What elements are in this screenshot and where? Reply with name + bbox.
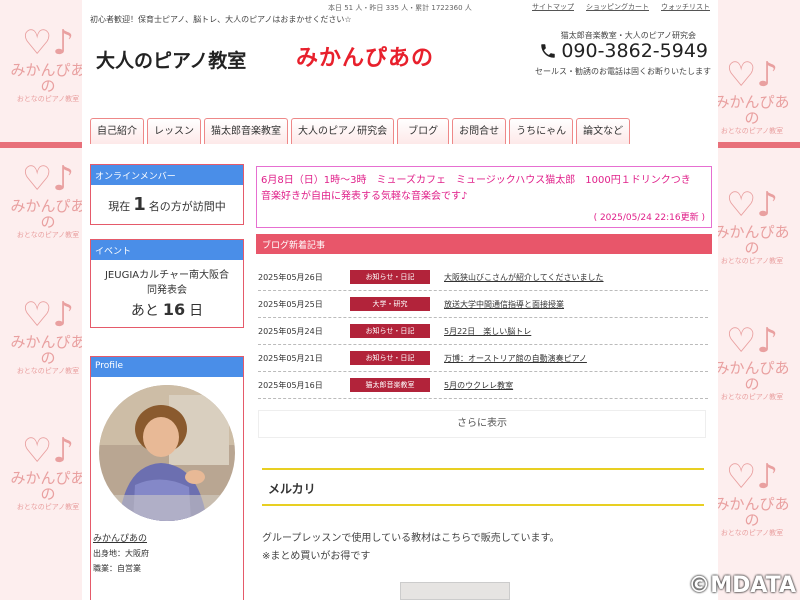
blog-category[interactable]: お知らせ・日記 — [350, 270, 430, 284]
blog-title-link[interactable]: 5月のウクレレ教室 — [444, 380, 513, 391]
online-members-body: 現在 1 名の方が訪問中 — [91, 185, 243, 224]
bg-logo-right-3: ♡♪ みかんぴあの おとなのピアノ教室 — [714, 321, 790, 401]
show-more-button[interactable]: さらに表示 — [258, 410, 706, 438]
nav-item-profile[interactable]: 自己紹介 — [90, 118, 144, 144]
notice-updated: ( 2025/05/24 22:16更新 ) — [593, 213, 705, 223]
event-countdown: あと 16 日 — [93, 302, 241, 319]
event-suffix: 日 — [189, 303, 204, 319]
blog-category[interactable]: お知らせ・日記 — [350, 324, 430, 338]
online-members-heading: オンラインメンバー — [91, 165, 243, 185]
blog-title-link[interactable]: 万博：オーストリア館の自動演奏ピアノ — [444, 353, 587, 364]
bg-logo-left-3: ♡♪ みかんぴあの おとなのピアノ教室 — [10, 295, 86, 375]
nav-item-contact[interactable]: お問合せ — [452, 118, 507, 144]
bg-logo-left-2: ♡♪ みかんぴあの おとなのピアノ教室 — [10, 159, 86, 239]
blog-date: 2025年05月25日 — [258, 299, 323, 309]
nav-item-lesson[interactable]: レッスン — [147, 118, 201, 144]
tagline: 初心者歓迎！保育士ピアノ、脳トレ、大人のピアノはおまかせください☆ — [90, 15, 352, 24]
shopping-cart-link[interactable]: ショッピングカート — [586, 2, 649, 12]
blog-list: 2025年05月26日 お知らせ・日記 大阪狭山びこさんが紹介してくださいました… — [258, 264, 708, 399]
profile-photo[interactable] — [99, 385, 235, 521]
event-heading: イベント — [91, 240, 243, 260]
phone-icon — [541, 44, 556, 58]
event-prefix: あと — [130, 303, 159, 319]
watermark: ©MDATA — [688, 573, 796, 598]
blog-date: 2025年05月21日 — [258, 353, 323, 363]
profile-job: 職業：自営業 — [93, 564, 141, 573]
profile-origin: 出身地：大阪府 — [93, 549, 149, 558]
event-name-line2: 同発表会 — [147, 285, 187, 296]
nav-item-blog[interactable]: ブログ — [397, 118, 450, 144]
blog-title-link[interactable]: 放送大学中間通信指導と面接授業 — [444, 299, 564, 310]
mercari-image[interactable] — [400, 582, 510, 600]
profile-photo-image — [99, 385, 235, 521]
bg-logo-right-2: ♡♪ みかんぴあの おとなのピアノ教室 — [714, 185, 790, 265]
nav-item-nekotaro[interactable]: 猫太郎音楽教室 — [204, 118, 288, 144]
bg-logo-left-1: ♡♪ みかんぴあの おとなのピアノ教室 — [10, 23, 86, 103]
event-body: JEUGIAカルチャー南大阪合 同発表会 あと 16 日 — [91, 260, 243, 327]
blog-date: 2025年05月16日 — [258, 380, 323, 390]
nav-item-research[interactable]: 大人のピアノ研究会 — [291, 118, 395, 144]
visitor-counts: 本日 51 人・昨日 335 人・累計 1722360 人 — [328, 4, 472, 12]
nav-item-cats[interactable]: うちにゃん — [509, 118, 574, 144]
watchlist-link[interactable]: ウォッチリスト — [661, 2, 710, 12]
event-days-count: 16 — [162, 300, 186, 319]
mercari-text-line1: グループレッスンで使用している教材はこちらで販売しています。 — [262, 533, 560, 544]
site-logo[interactable]: みかんぴあの — [296, 40, 434, 72]
event-notice: 6月8日（日）1時〜3時 ミューズカフェ ミュージックハウス猫太郎 1000円１… — [256, 166, 712, 228]
blog-title-link[interactable]: 大阪狭山びこさんが紹介してくださいました — [444, 272, 604, 283]
blog-row: 2025年05月26日 お知らせ・日記 大阪狭山びこさんが紹介してくださいました — [258, 264, 708, 291]
profile-heading: Profile — [91, 357, 243, 377]
blog-category[interactable]: 大学・研究 — [350, 297, 430, 311]
nav-item-papers[interactable]: 論文など — [576, 118, 631, 144]
mercari-description: グループレッスンで使用している教材はこちらで販売しています。 ※まとめ買いがお得… — [262, 530, 560, 566]
blog-row: 2025年05月21日 お知らせ・日記 万博：オーストリア館の自動演奏ピアノ — [258, 345, 708, 372]
blog-row: 2025年05月16日 猫太郎音楽教室 5月のウクレレ教室 — [258, 372, 708, 399]
bg-logo-right-1: ♡♪ みかんぴあの おとなのピアノ教室 — [714, 55, 790, 135]
online-count: 1 — [133, 194, 146, 215]
mercari-heading: メルカリ — [262, 468, 704, 506]
mercari-text-line2: ※まとめ買いがお得です — [262, 551, 371, 562]
event-name-line1: JEUGIAカルチャー南大阪合 — [104, 270, 230, 281]
blog-heading: ブログ新着記事 — [256, 234, 712, 254]
phone-number[interactable]: 090-3862-5949 — [539, 40, 708, 62]
phone-number-text: 090-3862-5949 — [561, 40, 708, 62]
main-nav: 自己紹介 レッスン 猫太郎音楽教室 大人のピアノ研究会 ブログ お問合せ うちに… — [90, 118, 631, 144]
blog-date: 2025年05月24日 — [258, 326, 323, 336]
notice-text: 6月8日（日）1時〜3時 ミューズカフェ ミュージックハウス猫太郎 1000円１… — [261, 175, 701, 202]
blog-date: 2025年05月26日 — [258, 272, 323, 282]
top-links: サイトマップ ショッピングカート ウォッチリスト — [532, 2, 710, 12]
blog-title-link[interactable]: 5月22日 楽しい脳トレ — [444, 326, 531, 337]
event-box: イベント JEUGIAカルチャー南大阪合 同発表会 あと 16 日 — [90, 239, 244, 328]
profile-name-link[interactable]: みかんぴあの — [91, 531, 243, 544]
blog-row: 2025年05月24日 お知らせ・日記 5月22日 楽しい脳トレ — [258, 318, 708, 345]
sitemap-link[interactable]: サイトマップ — [532, 2, 574, 12]
online-members-box: オンラインメンバー 現在 1 名の方が訪問中 — [90, 164, 244, 225]
top-bar: 本日 51 人・昨日 335 人・累計 1722360 人 サイトマップ ショッ… — [82, 2, 718, 14]
page-container: 本日 51 人・昨日 335 人・累計 1722360 人 サイトマップ ショッ… — [82, 0, 718, 600]
phone-note: セールス・勧誘のお電話は固くお断りいたします — [535, 67, 711, 76]
blog-row: 2025年05月25日 大学・研究 放送大学中間通信指導と面接授業 — [258, 291, 708, 318]
blog-category[interactable]: お知らせ・日記 — [350, 351, 430, 365]
profile-box: Profile みかんぴあの 出身地：大阪府 職業：自営業 — [90, 356, 244, 600]
bg-logo-left-4: ♡♪ みかんぴあの おとなのピアノ教室 — [10, 431, 86, 511]
site-title[interactable]: 大人のピアノ教室 — [96, 46, 246, 73]
bg-logo-right-4: ♡♪ みかんぴあの おとなのピアノ教室 — [714, 457, 790, 537]
online-suffix: 名の方が訪問中 — [148, 200, 226, 213]
online-prefix: 現在 — [108, 200, 131, 213]
blog-category[interactable]: 猫太郎音楽教室 — [350, 378, 430, 392]
